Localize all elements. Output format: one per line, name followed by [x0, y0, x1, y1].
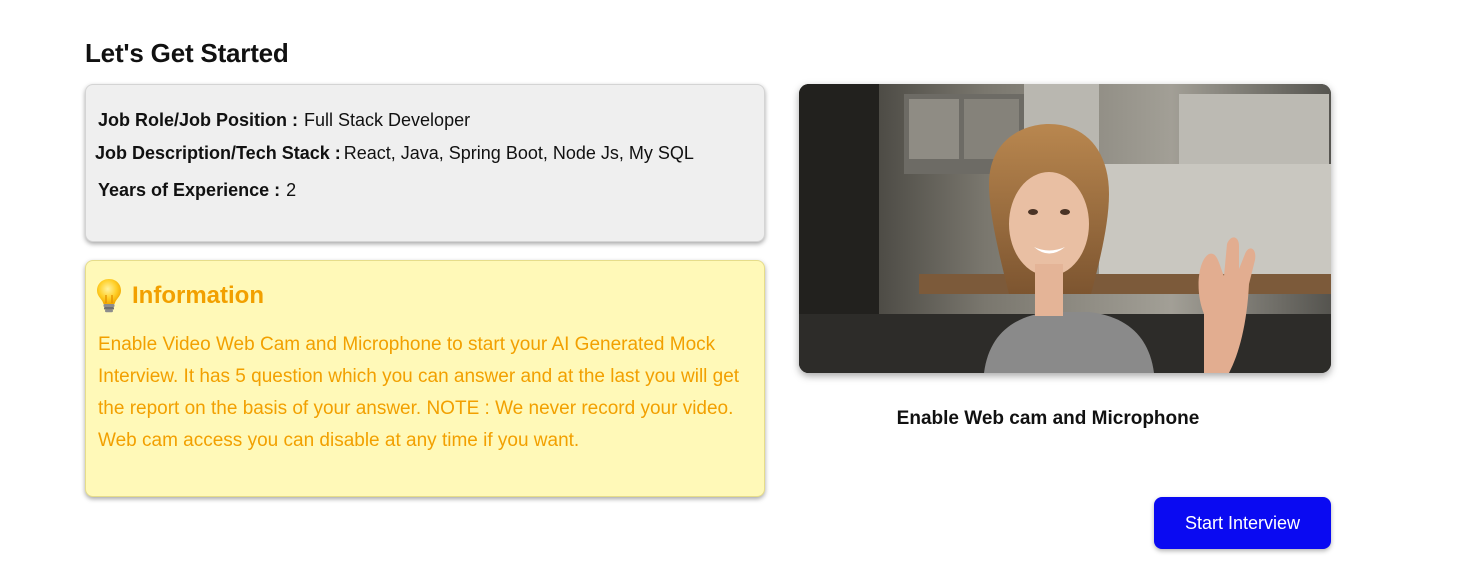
webcam-preview: [799, 84, 1331, 373]
lightbulb-icon: [96, 278, 122, 314]
experience-value: 2: [286, 180, 297, 200]
experience-label: Years of Experience :: [98, 180, 281, 200]
webcam-placeholder-image: [799, 84, 1331, 373]
job-description-label: Job Description/Tech Stack :: [95, 143, 341, 163]
job-details-card: Job Role/Job Position : Full Stack Develo…: [85, 84, 765, 242]
job-role-value: Full Stack Developer: [304, 110, 471, 130]
job-role-label: Job Role/Job Position :: [98, 110, 299, 130]
interview-setup-page: Let's Get Started Job Role/Job Position …: [0, 0, 1474, 576]
information-title: Information: [132, 282, 264, 309]
job-description-row: Job Description/Tech Stack : React, Java,…: [95, 143, 694, 164]
experience-row: Years of Experience :2: [98, 180, 296, 201]
job-role-row: Job Role/Job Position : Full Stack Develo…: [98, 110, 470, 131]
webcam-caption: Enable Web cam and Microphone: [896, 408, 1200, 429]
information-card: Information Enable Video Web Cam and Mic…: [85, 260, 765, 497]
job-description-value: React, Java, Spring Boot, Node Js, My SQ…: [343, 143, 694, 163]
page-title: Let's Get Started: [85, 38, 289, 68]
information-header: Information: [96, 278, 264, 314]
information-text: Enable Video Web Cam and Microphone to s…: [98, 334, 740, 451]
start-interview-button[interactable]: Start Interview: [1154, 497, 1331, 549]
